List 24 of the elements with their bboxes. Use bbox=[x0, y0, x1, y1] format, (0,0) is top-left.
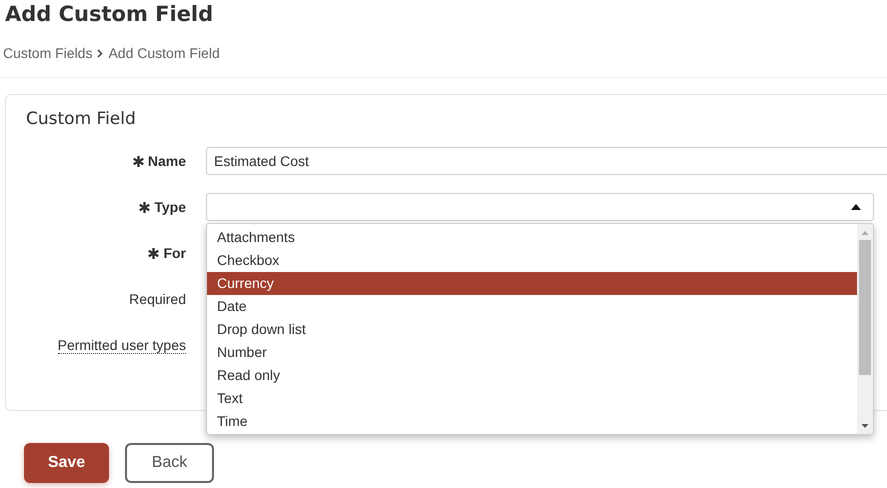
breadcrumb-current: Add Custom Field bbox=[108, 44, 220, 62]
dropdown-option[interactable]: Currency bbox=[207, 272, 857, 296]
dropdown-option[interactable]: Drop down list bbox=[207, 318, 857, 342]
dropdown-option[interactable]: Read only bbox=[207, 364, 857, 388]
back-button[interactable]: Back bbox=[125, 443, 214, 483]
field-label: Required bbox=[129, 290, 186, 309]
page-title: Add Custom Field bbox=[4, 1, 214, 26]
dropdown-option[interactable]: Number bbox=[207, 341, 857, 364]
dropdown-option[interactable]: Date bbox=[207, 295, 857, 318]
save-button[interactable]: Save bbox=[24, 443, 109, 483]
scrollbar[interactable] bbox=[857, 224, 873, 434]
field-label: For bbox=[163, 244, 186, 263]
help-label: Permitted user types bbox=[58, 336, 186, 354]
field-label: Name bbox=[148, 152, 186, 171]
breadcrumb-link[interactable]: Custom Fields bbox=[3, 42, 92, 64]
dropdown-option[interactable]: Checkbox bbox=[207, 249, 857, 272]
text-input[interactable]: Estimated Cost bbox=[206, 147, 887, 176]
dropdown-option[interactable]: Time bbox=[207, 410, 857, 434]
card-title: Custom Field bbox=[26, 109, 137, 130]
field-label: Type bbox=[154, 198, 186, 217]
dropdown-option[interactable]: Text bbox=[207, 387, 857, 410]
select-field[interactable] bbox=[206, 193, 874, 222]
dropdown-option[interactable]: Attachments bbox=[207, 226, 857, 250]
chevron-right-icon bbox=[97, 48, 104, 58]
